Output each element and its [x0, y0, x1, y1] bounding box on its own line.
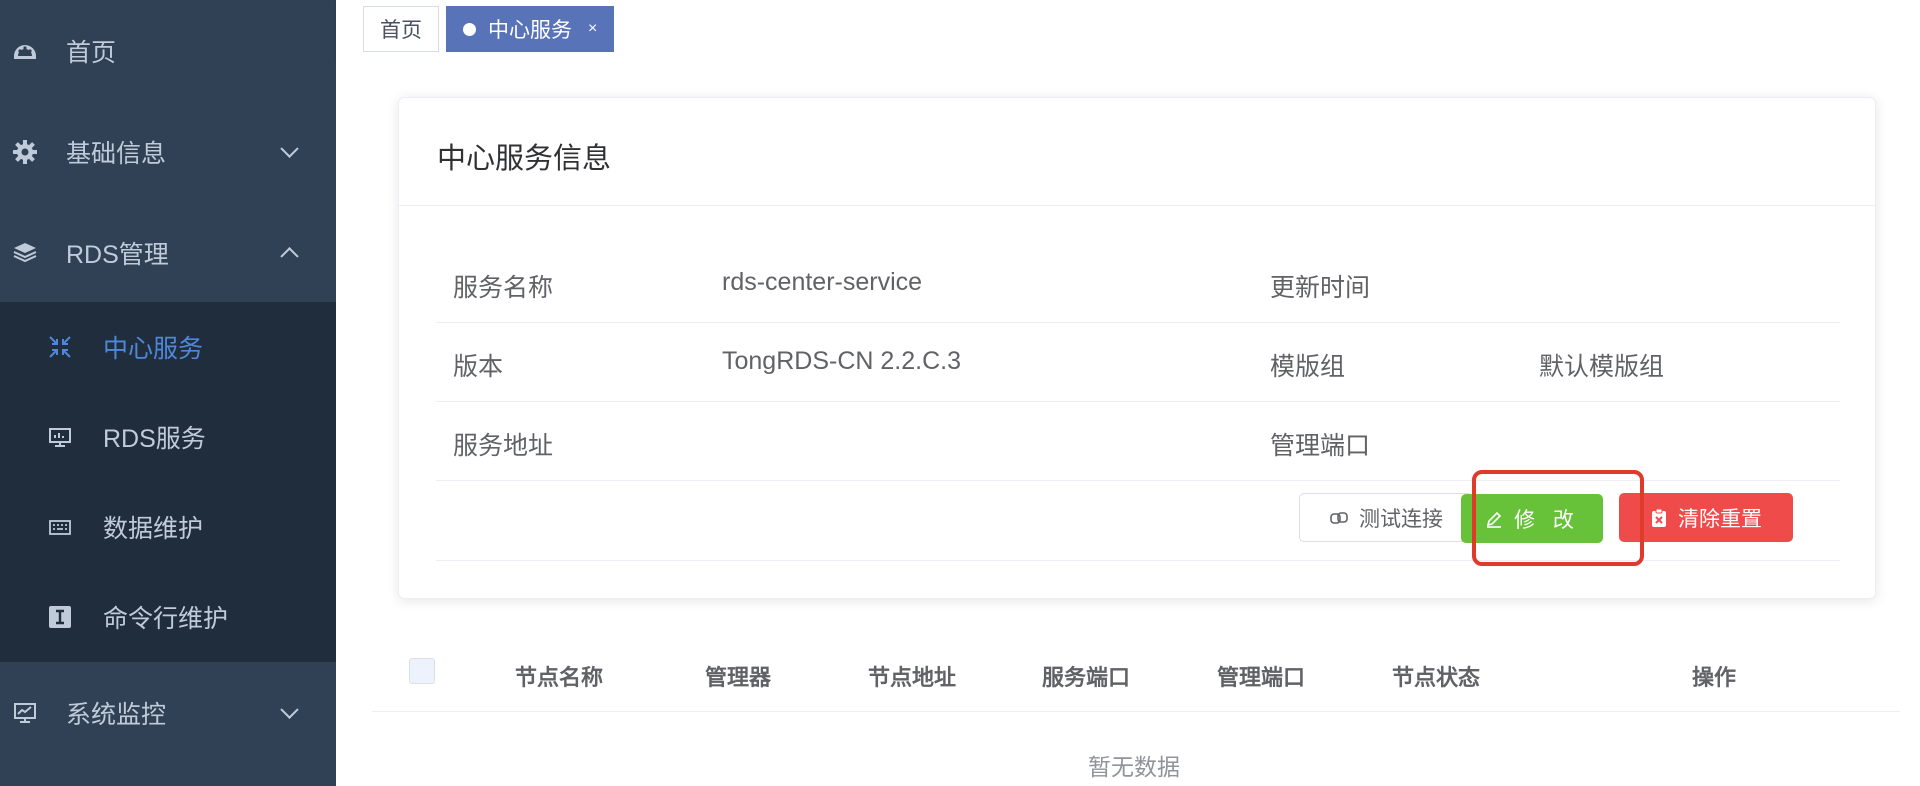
info-key: 版本	[453, 353, 504, 381]
sidebar-item-rds-service[interactable]: RDS服务	[0, 392, 336, 482]
sidebar-item-center-service[interactable]: 中心服务	[0, 302, 336, 392]
tab-label: 中心服务	[488, 19, 572, 42]
sidebar-item-label: 中心服务	[103, 335, 204, 363]
card-title: 中心服务信息	[437, 143, 612, 175]
keyboard-icon	[47, 514, 73, 540]
sidebar-item-rds-management[interactable]: RDS管理	[0, 202, 336, 304]
info-row: 服务地址 管理端口	[436, 402, 1840, 481]
edit-button[interactable]: 修 改	[1461, 494, 1603, 543]
sidebar-item-label: 首页	[66, 39, 117, 67]
sidebar-item-label: RDS管理	[66, 241, 169, 269]
sidebar-item-cli-maintenance[interactable]: 命令行维护	[0, 572, 336, 662]
table-header-cell: 节点名称	[515, 665, 604, 690]
info-value: TongRDS-CN 2.2.C.3	[722, 347, 961, 375]
close-icon[interactable]: ×	[588, 20, 597, 38]
tab-center-service[interactable]: 中心服务 ×	[446, 6, 615, 52]
layers-icon	[12, 240, 38, 266]
tab-label: 首页	[380, 19, 422, 42]
sidebar-item-label: RDS服务	[103, 425, 206, 453]
center-service-card: 中心服务信息 服务名称 rds-center-service 更新时间 版本 T…	[398, 97, 1876, 599]
table-header-cell: 管理器	[705, 665, 772, 690]
info-value: rds-center-service	[722, 268, 923, 296]
text-cursor-icon	[47, 604, 73, 630]
table-header-cell: 操作	[1692, 665, 1737, 690]
chevron-down-icon	[280, 139, 299, 158]
sidebar-item-basic-info[interactable]: 基础信息	[0, 101, 336, 203]
sidebar-item-data-maintenance[interactable]: 数据维护	[0, 482, 336, 572]
empty-table-text: 暂无数据	[1088, 754, 1180, 780]
compress-icon	[47, 334, 73, 360]
info-row: 服务名称 rds-center-service 更新时间	[436, 244, 1840, 323]
chevron-up-icon	[280, 247, 299, 266]
table-header-cell: 服务端口	[1042, 665, 1131, 690]
dashboard-icon	[12, 38, 38, 64]
divider	[436, 560, 1840, 561]
info-value: 默认模版组	[1539, 353, 1665, 381]
monitor-icon	[12, 700, 38, 726]
chevron-down-icon	[280, 700, 299, 719]
table-header-cell: 节点地址	[868, 665, 957, 690]
clipboard-delete-icon	[1650, 508, 1668, 528]
info-row: 版本 TongRDS-CN 2.2.C.3 模版组 默认模版组	[436, 323, 1840, 402]
card-header: 中心服务信息	[399, 98, 1875, 206]
node-table-header: 节点名称 管理器 节点地址 服务端口 管理端口 节点状态 操作	[372, 640, 1900, 712]
sidebar-item-label: 命令行维护	[103, 605, 229, 633]
info-key: 模版组	[1270, 353, 1346, 381]
sidebar-item-label: 数据维护	[103, 515, 204, 543]
active-dot-icon	[463, 22, 476, 36]
button-label: 清除重置	[1678, 507, 1762, 531]
sidebar: 首页 基础信息 RDS管理 中心服务 RDS服务 数据维护 命令行维护 系统监控	[0, 0, 336, 786]
info-key: 服务地址	[453, 432, 554, 460]
sidebar-item-label: 基础信息	[66, 140, 167, 168]
button-label: 测试连接	[1359, 507, 1443, 531]
select-all-checkbox[interactable]	[409, 658, 435, 684]
table-header-cell: 管理端口	[1217, 665, 1306, 690]
screen-icon	[47, 424, 73, 450]
sidebar-item-label: 系统监控	[66, 701, 167, 729]
button-label: 修 改	[1514, 508, 1580, 532]
tags-view-bar: 首页 中心服务 ×	[336, 0, 1920, 60]
link-icon	[1329, 508, 1349, 528]
gear-icon	[12, 139, 38, 165]
rds-submenu: 中心服务 RDS服务 数据维护 命令行维护	[0, 302, 336, 662]
clear-reset-button[interactable]: 清除重置	[1619, 493, 1793, 542]
edit-icon	[1484, 509, 1504, 529]
table-header-cell: 节点状态	[1392, 665, 1481, 690]
sidebar-item-home[interactable]: 首页	[0, 0, 336, 102]
sidebar-item-system-monitor[interactable]: 系统监控	[0, 662, 336, 764]
info-key: 更新时间	[1270, 274, 1371, 302]
test-connection-button[interactable]: 测试连接	[1299, 493, 1473, 542]
info-key: 管理端口	[1270, 432, 1371, 460]
tab-home[interactable]: 首页	[363, 6, 439, 52]
info-key: 服务名称	[453, 274, 554, 302]
